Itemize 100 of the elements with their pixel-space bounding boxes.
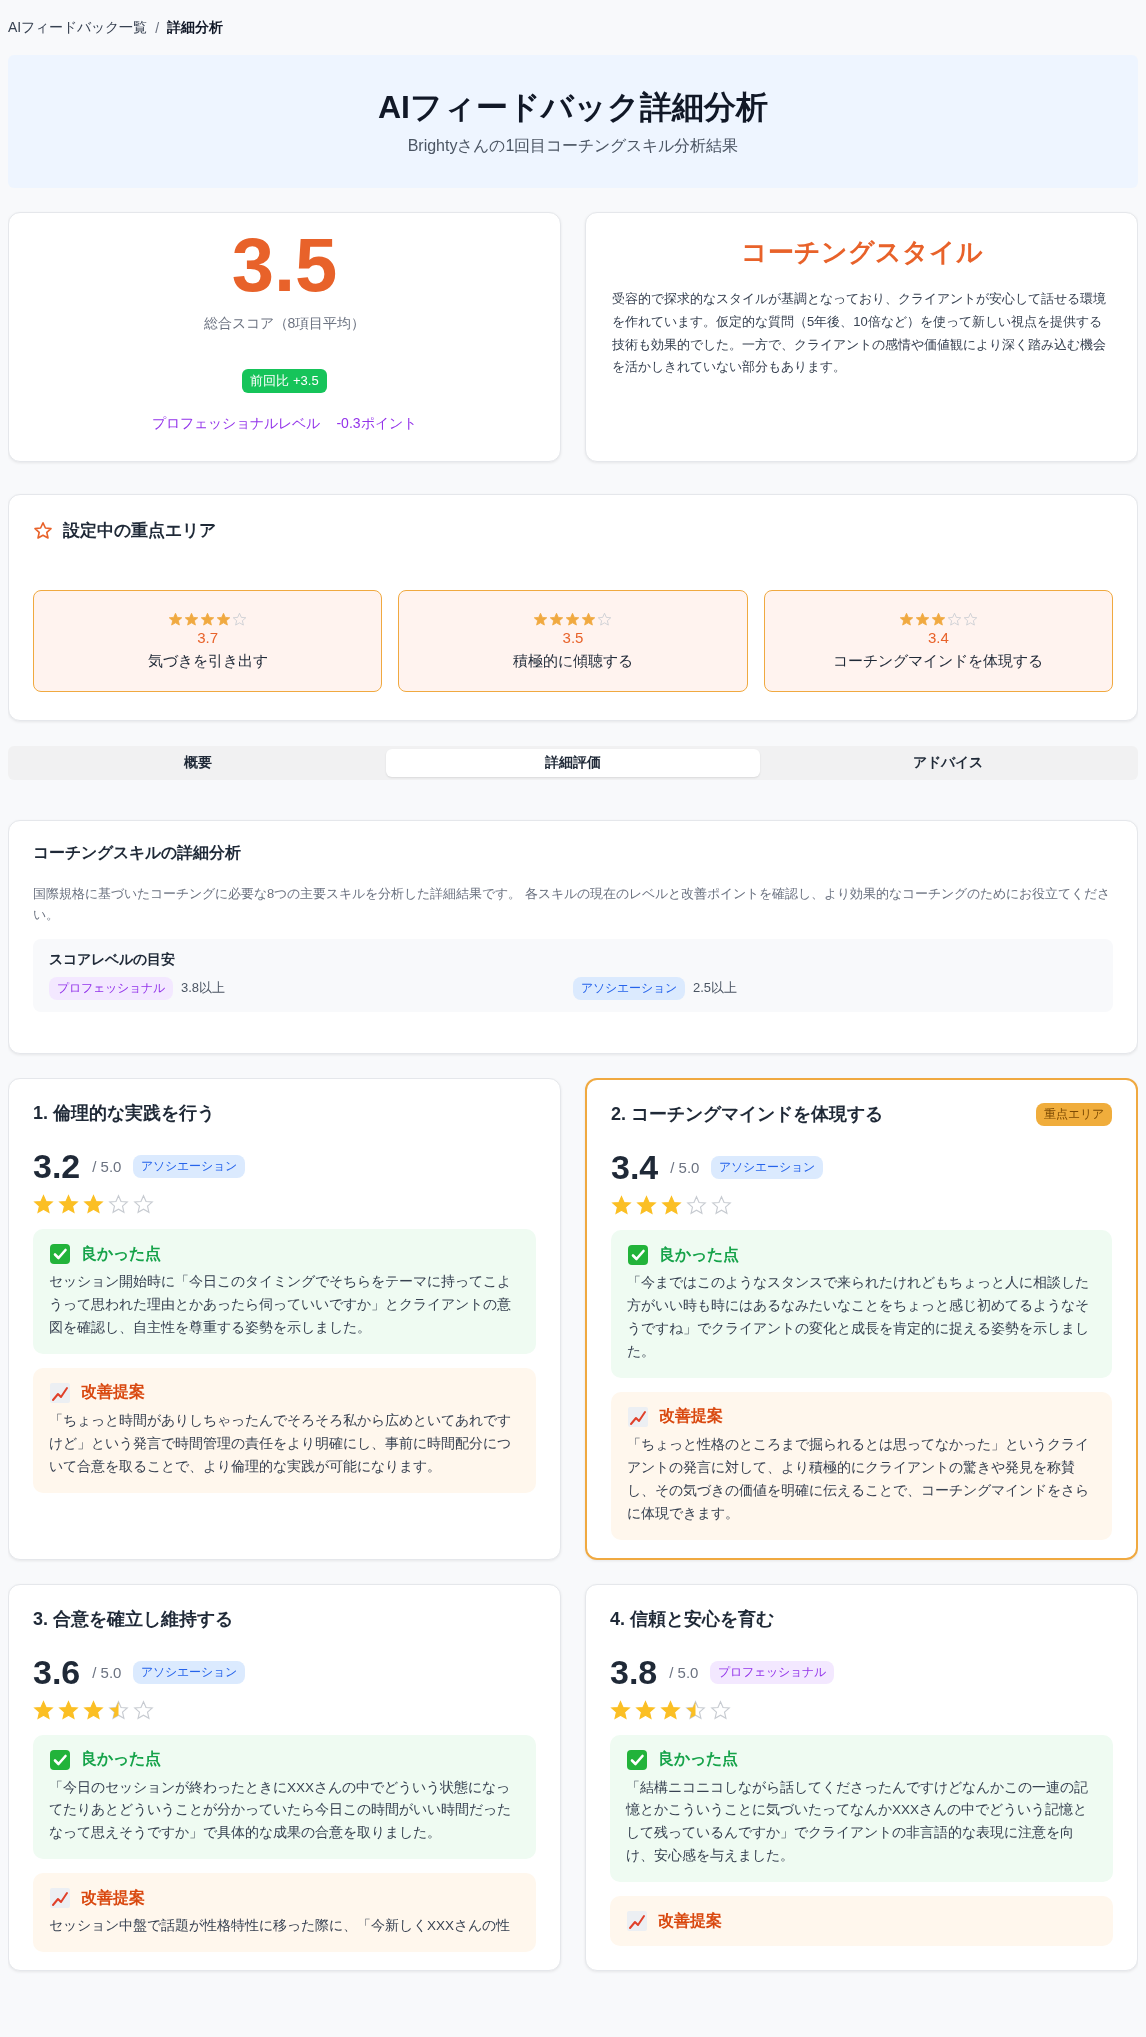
- style-description: 受容的で探求的なスタイルが基調となっており、クライアントが安心して話せる環境を作れています。仮定的な質問（5年後、10倍など）を使って新しい視点を提供する技術も効果的でした。一方で、クライアントの感情や価値観により深く踏み込む機会を活かしきれていない部分もあります。: [612, 290, 1107, 377]
- focus-label: 気づきを引き出す: [147, 651, 268, 671]
- panel-title: 改善提案: [658, 1910, 722, 1931]
- star-icon: [930, 611, 946, 627]
- level-threshold: 3.8以上: [181, 979, 226, 998]
- level-badge: アソシエーション: [133, 1660, 246, 1684]
- skill-score: 3.2: [33, 1147, 81, 1186]
- line-chart-icon: [626, 1910, 648, 1933]
- star-icon: [611, 1195, 632, 1216]
- level-badge: プロフェッショナル: [49, 976, 173, 1000]
- tab[interactable]: 詳細評価: [385, 749, 761, 777]
- panel-title: 良かった点: [658, 1749, 738, 1769]
- checkmark-icon: [49, 1243, 71, 1265]
- skill-title: 3. 合意を確立し維持する: [33, 1607, 233, 1631]
- line-chart-icon: [49, 1381, 71, 1404]
- breadcrumb-current: 詳細分析: [167, 19, 224, 37]
- page-subtitle: Brightyさんの1回目コーチングスキル分析結果: [407, 136, 739, 156]
- empty-star-icon: [108, 1194, 129, 1215]
- panel-text: 「今日のセッションが終わったときにXXXさんの中でどういう状態になってたりあとどういうことが分かっていたら今日この時間がいい時間だったなって思えそうですか」で具体的な成果の合意を取りました。: [49, 1778, 512, 1843]
- focus-score: 3.4: [927, 628, 949, 646]
- empty-star-icon: [710, 1699, 731, 1721]
- focus-badge: 重点エリア: [1036, 1102, 1112, 1126]
- star-icon: [83, 1194, 104, 1215]
- focus-label: コーチングマインドを体現する: [833, 651, 1044, 671]
- empty-star-icon: [711, 1195, 732, 1216]
- page-title: AIフィードバック詳細分析: [378, 88, 768, 127]
- tab[interactable]: 概要: [11, 749, 386, 777]
- star-icon: [184, 611, 200, 627]
- score-max: / 5.0: [92, 1663, 122, 1681]
- star-icon: [660, 1699, 681, 1721]
- star-icon: [914, 611, 930, 627]
- score-max: / 5.0: [669, 1663, 699, 1681]
- star-icon: [168, 611, 184, 627]
- star-icon: [581, 611, 597, 627]
- level-badge: アソシエーション: [573, 976, 685, 1000]
- empty-star-icon: [686, 1195, 707, 1216]
- level-badge: アソシエーション: [133, 1155, 246, 1178]
- level-label: プロフェッショナルレベル: [152, 414, 321, 433]
- line-chart-icon: [49, 1887, 71, 1910]
- panel-title: 良かった点: [81, 1243, 161, 1264]
- empty-star-icon: [962, 611, 978, 627]
- star-icon: [610, 1699, 631, 1721]
- star-icon: [898, 611, 914, 627]
- star-icon: [635, 1699, 656, 1721]
- score-max: / 5.0: [670, 1159, 700, 1176]
- section-title: 設定中の重点エリア: [63, 520, 216, 542]
- star-icon: [58, 1699, 79, 1721]
- level-gap: -0.3ポイント: [336, 414, 417, 433]
- star-icon: [58, 1194, 79, 1215]
- score-label: 総合スコア（8項目平均）: [203, 314, 366, 333]
- level-badge: プロフェッショナル: [710, 1660, 835, 1684]
- star-icon: [661, 1195, 682, 1216]
- star-icon: [83, 1699, 104, 1721]
- panel-title: 良かった点: [81, 1749, 161, 1769]
- checkmark-icon: [627, 1244, 649, 1266]
- skill-score: 3.8: [610, 1652, 658, 1692]
- empty-star-icon: [133, 1699, 154, 1721]
- panel-text: 「結構ニコニコしながら話してくださったんですけどなんかこの一連の記憶とかこういうことに気づいたってなんかXXXさんの中でどういう記憶として残っているんですか」でクライアントの非言語的な表現に注意を向け、安心感を与えました。: [626, 1778, 1089, 1866]
- focus-score: 3.7: [197, 628, 219, 646]
- section-title: コーチングスキルの詳細分析: [33, 843, 242, 863]
- tab[interactable]: アドバイス: [760, 749, 1135, 777]
- breadcrumb-link[interactable]: AIフィードバック一覧: [8, 19, 148, 37]
- star-icon: [33, 1194, 54, 1215]
- star-icon: [565, 611, 581, 627]
- star-icon: [533, 611, 549, 627]
- empty-star-icon: [133, 1194, 154, 1215]
- checkmark-icon: [626, 1748, 648, 1771]
- panel-title: 改善提案: [81, 1887, 145, 1908]
- skill-score: 3.4: [611, 1148, 659, 1187]
- breadcrumb-separator: /: [155, 20, 160, 36]
- style-title: コーチングスタイル: [739, 236, 984, 269]
- star-icon: [549, 611, 565, 627]
- panel-text: 「今まではこのようなスタンスで来られたけれどもちょっと人に相談した方がいい時も時にはあるなみたいなことをちょっと感じ初めてるようなそうですね」でクライアントの変化と成長を肯定的に捉える姿勢を示しました。: [627, 1274, 1090, 1361]
- skill-score: 3.6: [33, 1652, 81, 1692]
- star-icon: [636, 1195, 657, 1216]
- panel-title: 改善提案: [659, 1406, 723, 1427]
- score-max: / 5.0: [92, 1158, 122, 1175]
- star-icon: [200, 611, 216, 627]
- checkmark-icon: [49, 1748, 71, 1771]
- overall-score: 3.5: [231, 223, 338, 307]
- panel-text: セッション開始時に「今日このタイミングでそちらをテーマに持ってこようって思われた理由とかあったら伺っていいですか」とクライアントの意図を確認し、自主性を尊重する姿勢を示しました。: [49, 1273, 512, 1337]
- half-star-icon: [685, 1699, 706, 1721]
- section-description: 国際規格に基づいたコーチングに必要な8つの主要スキルを分析した詳細結果です。 各スキルの現在のレベルと改善ポイントを確認し、より効果的なコーチングのためにお役立てください。: [33, 885, 1111, 924]
- guide-title: スコアレベルの目安: [49, 950, 176, 969]
- panel-text: 「ちょっと時間がありしちゃったんでそろそろ私から広めといてあれですけど」という発言で時間管理の責任をより明確にし、事前に時間配分について合意を取ることで、より倫理的な実践が可能になります。: [49, 1411, 512, 1476]
- panel-text: セッション中盤で話題が性格特性に移った際に、「今新しくXXXさんの性: [49, 1917, 511, 1936]
- skill-title: 4. 信頼と安心を育む: [610, 1607, 774, 1631]
- panel-text: 「ちょっと性格のところまで掘られるとは思ってなかった」というクライアントの発言に対して、より積極的にクライアントの驚きや発見を称賛し、その気づきの価値を明確に伝えることで、コーチングマインドをさらに体現できます。: [627, 1435, 1090, 1523]
- line-chart-icon: [627, 1405, 649, 1428]
- focus-score: 3.5: [562, 628, 584, 646]
- change-badge: 前回比 +3.5: [242, 368, 327, 393]
- star-icon: [216, 611, 232, 627]
- skill-title: 1. 倫理的な実践を行う: [33, 1102, 215, 1125]
- star-icon: [33, 1699, 54, 1721]
- half-star-icon: [108, 1699, 129, 1721]
- level-badge: アソシエーション: [711, 1156, 824, 1179]
- panel-title: 良かった点: [659, 1244, 739, 1265]
- panel-title: 改善提案: [81, 1382, 145, 1403]
- skill-title: 2. コーチングマインドを体現する: [611, 1103, 883, 1126]
- star-icon: [33, 520, 53, 541]
